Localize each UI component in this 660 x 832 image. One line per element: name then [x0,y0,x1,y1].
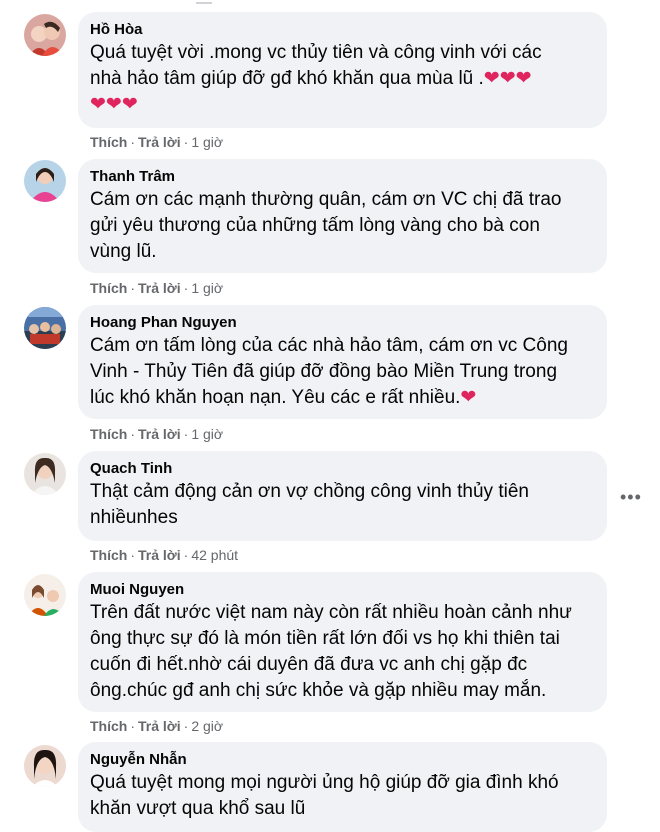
reply-button[interactable]: Trả lời [138,547,181,563]
comment-actions: Thích · Trả lời · 2 giờ [90,718,224,734]
reply-button[interactable]: Trả lời [138,718,181,734]
comment-bubble: Hồ Hòa Quá tuyệt vời .mong vc thủy tiên … [78,12,607,128]
like-button[interactable]: Thích [90,426,127,442]
comment-text: Quá tuyệt mong mọi người ủng hộ giúp đỡ … [90,770,595,822]
comment-bubble: Nguyễn Nhẫn Quá tuyệt mong mọi người ủng… [78,742,607,832]
comment-actions: Thích · Trả lời · 1 giờ [90,280,224,296]
heart-emoji: ❤ [460,387,477,408]
comment-text: Quá tuyệt vời .mong vc thủy tiên và công… [90,40,595,118]
comment-time[interactable]: 42 phút [191,547,238,563]
comment-line: nhiềunhes [90,507,178,528]
like-button[interactable]: Thích [90,280,127,296]
comment-text: Thật cảm động cản ơn vợ chồng công vinh … [90,479,595,531]
comment-line: khăn vượt qua khổ sau lũ [90,798,306,819]
comment-line: Cám ơn các mạnh thường quân, cám ơn VC c… [90,189,562,210]
comment-author[interactable]: Quach Tinh [90,459,595,479]
comment-time[interactable]: 1 giờ [191,280,223,296]
comment-line: lúc khó khăn hoạn nạn. Yêu các e rất nhi… [90,387,461,408]
comment-author[interactable]: Hồ Hòa [90,20,595,40]
avatar[interactable] [24,574,66,616]
scroll-fragment [196,0,212,4]
comment-line: Quá tuyệt mong mọi người ủng hộ giúp đỡ … [90,772,559,793]
comment-actions: Thích · Trả lời · 1 giờ [90,426,224,442]
avatar[interactable] [24,14,66,56]
comment-text: Cám ơn các mạnh thường quân, cám ơn VC c… [90,187,595,265]
comment-author[interactable]: Muoi Nguyen [90,580,595,600]
comment-time[interactable]: 1 giờ [191,426,223,442]
avatar[interactable] [24,307,66,349]
reply-button[interactable]: Trả lời [138,280,181,296]
comment-author[interactable]: Hoang Phan Nguyen [90,313,595,333]
heart-emoji: ❤❤❤ [90,94,138,115]
comment-bubble: Thanh Trâm Cám ơn các mạnh thường quân, … [78,159,607,273]
comment-bubble: Muoi Nguyen Trên đất nước việt nam này c… [78,572,607,712]
comment-author[interactable]: Thanh Trâm [90,167,595,187]
reply-button[interactable]: Trả lời [138,134,181,150]
comment-time[interactable]: 2 giờ [191,718,223,734]
avatar[interactable] [24,745,66,787]
comment-line: nhà hảo tâm giúp đỡ gđ khó khăn qua mùa … [90,68,484,89]
comment-line: vùng lũ. [90,241,157,262]
comment-text: Trên đất nước việt nam này còn rất nhiều… [90,600,595,704]
comment-actions: Thích · Trả lời · 42 phút [90,547,239,563]
comment-line: Thật cảm động cản ơn vợ chồng công vinh … [90,481,529,502]
comment-time[interactable]: 1 giờ [191,134,223,150]
comment-bubble: Quach Tinh Thật cảm động cản ơn vợ chồng… [78,451,607,541]
comment-line: Cám ơn tấm lòng của các nhà hảo tâm, cám… [90,335,568,356]
comment-line: Quá tuyệt vời .mong vc thủy tiên và công… [90,42,542,63]
avatar[interactable] [24,453,66,495]
comment-line: ông.chúc gđ anh chị sức khỏe và gặp nhiề… [90,680,547,701]
like-button[interactable]: Thích [90,134,127,150]
comment-line: cuốn đi hết.nhờ cái duyên đã đưa vc anh … [90,654,528,675]
reply-button[interactable]: Trả lời [138,426,181,442]
comment-actions: Thích · Trả lời · 1 giờ [90,134,224,150]
like-button[interactable]: Thích [90,547,127,563]
comment-author[interactable]: Nguyễn Nhẫn [90,750,595,770]
comment-line: Trên đất nước việt nam này còn rất nhiều… [90,602,572,623]
heart-emoji: ❤❤❤ [483,68,532,89]
comment-text: Cám ơn tấm lòng của các nhà hảo tâm, cám… [90,333,595,411]
comment-line: ông thực sự đó là món tiền rất lớn đối v… [90,628,560,649]
comment-line: Vinh - Thủy Tiên đã giúp đỡ đồng bào Miề… [90,361,558,382]
comment-bubble: Hoang Phan Nguyen Cám ơn tấm lòng của cá… [78,305,607,419]
avatar[interactable] [24,160,66,202]
comment-line: gửi yêu thương của những tấm lòng vàng c… [90,215,540,236]
like-button[interactable]: Thích [90,718,127,734]
more-options-icon[interactable]: ••• [620,488,642,506]
